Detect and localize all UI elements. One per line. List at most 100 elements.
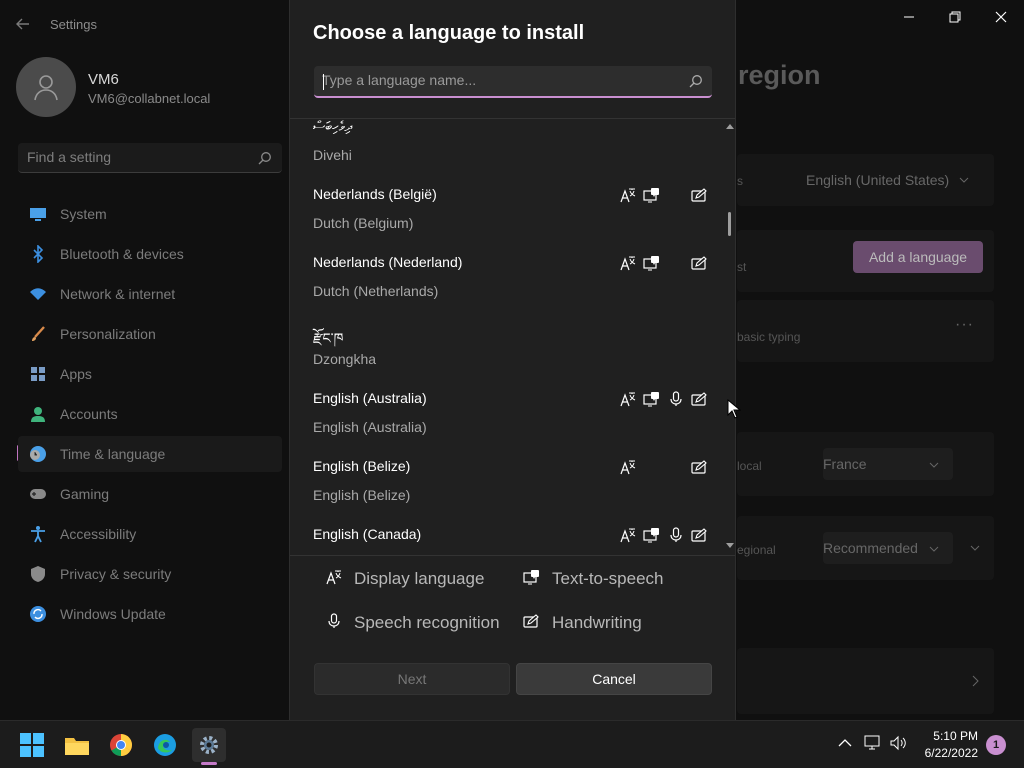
clock-time[interactable]: 5:10 PM xyxy=(910,729,978,743)
sidebar-item-label: Network & internet xyxy=(60,286,176,302)
language-item[interactable]: English (Canada) English (Canada) xyxy=(290,519,725,555)
display-language-legend-icon xyxy=(326,569,342,585)
language-item[interactable]: English (Belize) English (Belize) xyxy=(290,451,725,519)
show-hidden-icons-chevron-icon[interactable] xyxy=(838,738,852,748)
language-entry-card: basic typing ··· xyxy=(737,300,994,362)
display-language-icon xyxy=(620,527,638,545)
text-to-speech-legend-icon xyxy=(523,569,540,585)
country-dropdown[interactable]: France xyxy=(823,448,953,480)
language-list: ދިވެހިބަސް Divehi Nederlands (België) Dut… xyxy=(290,119,725,555)
language-english-name: Dutch (Netherlands) xyxy=(313,283,439,299)
more-options-icon[interactable]: ··· xyxy=(955,316,974,334)
display-language-icon xyxy=(620,459,638,477)
file-explorer-icon[interactable] xyxy=(60,728,94,762)
language-item[interactable]: English (Australia) English (Australia) xyxy=(290,383,725,451)
speech-recognition-icon xyxy=(668,391,686,409)
related-settings-card[interactable] xyxy=(737,648,994,714)
sidebar-item-gaming[interactable]: Gaming xyxy=(18,476,282,512)
list-scrollbar[interactable] xyxy=(725,121,735,553)
windows-display-language-value[interactable]: English (United States) xyxy=(806,172,949,188)
edge-icon[interactable] xyxy=(148,728,182,762)
language-features-text: basic typing xyxy=(737,330,801,344)
update-icon xyxy=(28,604,48,624)
sidebar-item-system[interactable]: System xyxy=(18,196,282,232)
close-button[interactable] xyxy=(978,6,1024,28)
scrollbar-thumb[interactable] xyxy=(728,212,731,236)
sidebar-item-windows-update[interactable]: Windows Update xyxy=(18,596,282,632)
scroll-down-arrow-icon[interactable] xyxy=(726,543,734,549)
language-native-name: English (Australia) xyxy=(313,390,427,406)
sidebar-item-bluetooth-devices[interactable]: Bluetooth & devices xyxy=(18,236,282,272)
sidebar-item-label: Gaming xyxy=(60,486,110,502)
handwriting-icon xyxy=(691,391,709,409)
card-label-fragment: st xyxy=(737,260,747,274)
sidebar-item-time-language[interactable]: Time & language xyxy=(18,436,282,472)
regional-format-card: egional Recommended xyxy=(737,516,994,580)
page-title: region xyxy=(738,60,821,90)
settings-icon[interactable] xyxy=(192,728,226,762)
handwriting-legend-icon xyxy=(523,613,539,629)
find-setting-placeholder: Find a setting xyxy=(27,149,112,165)
speech-recognition-icon xyxy=(668,527,686,545)
language-item[interactable]: Nederlands (België) Dutch (Belgium) xyxy=(290,179,725,247)
text-to-speech-icon xyxy=(643,187,661,205)
sidebar-item-label: Time & language xyxy=(60,446,166,462)
maximize-button[interactable] xyxy=(932,6,978,28)
text-to-speech-icon xyxy=(643,255,661,273)
display-language-icon xyxy=(620,255,638,273)
speech-recognition-legend: Speech recognition xyxy=(354,613,500,632)
next-button[interactable]: Next xyxy=(314,663,510,695)
user-name: VM6 xyxy=(88,71,119,88)
display-language-icon xyxy=(620,187,638,205)
sidebar-item-accounts[interactable]: Accounts xyxy=(18,396,282,432)
sidebar-item-apps[interactable]: Apps xyxy=(18,356,282,392)
notification-badge[interactable]: 1 xyxy=(986,735,1006,755)
expand-chevron-icon[interactable] xyxy=(970,543,980,553)
shield-icon xyxy=(28,564,48,584)
language-search-box[interactable] xyxy=(314,66,712,98)
handwriting-icon xyxy=(691,187,709,205)
clock-date[interactable]: 6/22/2022 xyxy=(910,746,978,760)
minimize-button[interactable] xyxy=(886,6,932,28)
language-native-name: English (Canada) xyxy=(313,526,422,542)
sidebar-item-label: Accounts xyxy=(60,406,118,422)
scroll-up-arrow-icon[interactable] xyxy=(726,123,734,129)
country-label-fragment: local xyxy=(737,459,762,473)
language-search-input[interactable] xyxy=(322,72,672,88)
text-to-speech-legend: Text-to-speech xyxy=(552,569,664,588)
add-language-button[interactable]: Add a language xyxy=(853,241,983,273)
language-item[interactable]: ދިވެހިބަސް Divehi xyxy=(290,119,725,179)
language-english-name: Dzongkha xyxy=(313,351,377,367)
sidebar-item-accessibility[interactable]: Accessibility xyxy=(18,516,282,552)
language-english-name: English (Australia) xyxy=(313,419,427,435)
volume-icon[interactable] xyxy=(889,735,907,751)
back-arrow-icon[interactable] xyxy=(14,15,32,33)
language-native-name: English (Belize) xyxy=(313,458,411,474)
sidebar-item-privacy-security[interactable]: Privacy & security xyxy=(18,556,282,592)
system-icon xyxy=(28,204,48,224)
bluetooth-icon xyxy=(28,244,48,264)
avatar[interactable] xyxy=(16,57,76,117)
cancel-button[interactable]: Cancel xyxy=(516,663,712,695)
find-setting-input[interactable]: Find a setting xyxy=(18,143,282,173)
sidebar-item-personalization[interactable]: Personalization xyxy=(18,316,282,352)
start-icon[interactable] xyxy=(15,728,49,762)
chevron-down-icon xyxy=(929,462,939,468)
language-item[interactable]: Nederlands (Nederland) Dutch (Netherland… xyxy=(290,247,725,315)
brush-icon xyxy=(28,324,48,344)
sidebar-item-network-internet[interactable]: Network & internet xyxy=(18,276,282,312)
network-icon[interactable] xyxy=(864,735,882,751)
chevron-down-icon xyxy=(929,546,939,552)
sidebar-item-label: Apps xyxy=(60,366,92,382)
language-item[interactable]: རྫོང་ཁ Dzongkha xyxy=(290,315,725,383)
sidebar-item-label: Accessibility xyxy=(60,526,137,542)
accessibility-icon xyxy=(28,524,48,544)
chrome-icon[interactable] xyxy=(104,728,138,762)
text-to-speech-icon xyxy=(643,391,661,409)
language-english-name: Dutch (Belgium) xyxy=(313,215,414,231)
language-english-name: Divehi xyxy=(313,147,352,163)
handwriting-legend: Handwriting xyxy=(552,613,642,632)
country-value: France xyxy=(823,456,867,472)
language-native-name: Nederlands (België) xyxy=(313,186,437,202)
regional-format-dropdown[interactable]: Recommended xyxy=(823,532,953,564)
